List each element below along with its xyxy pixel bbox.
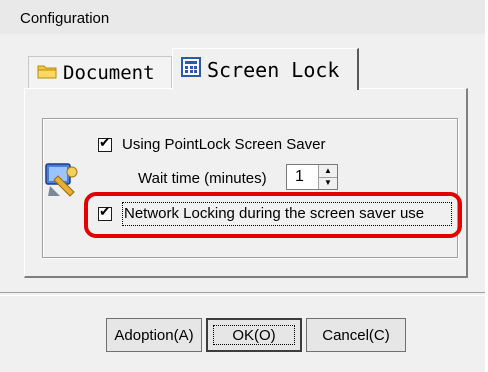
cancel-button-label: Cancel(C) xyxy=(322,326,390,344)
ok-button-label: OK(O) xyxy=(232,326,276,344)
folder-icon xyxy=(37,62,57,84)
tab-screen-lock[interactable]: Screen Lock xyxy=(172,48,359,90)
ok-button[interactable]: OK(O) xyxy=(206,318,302,352)
check-mark-icon: ✔ xyxy=(99,135,111,151)
wait-time-value[interactable]: 1 xyxy=(295,168,304,186)
wait-time-label: Wait time (minutes) xyxy=(138,170,267,187)
highlight-annotation xyxy=(84,192,462,238)
spin-down-arrow-icon[interactable]: ▼ xyxy=(319,177,337,189)
configuration-dialog: Configuration Document Screen Lock ✔ Usi… xyxy=(0,0,488,372)
separator xyxy=(0,292,485,296)
calculator-icon xyxy=(181,57,201,82)
wait-time-spinner[interactable]: 1 ▲ ▼ xyxy=(286,164,338,190)
spinner-buttons: ▲ ▼ xyxy=(318,165,337,189)
pointlock-screensaver-icon xyxy=(44,158,80,203)
using-screensaver-checkbox[interactable]: ✔ xyxy=(98,135,112,152)
cancel-button[interactable]: Cancel(C) xyxy=(306,318,406,352)
using-screensaver-label: Using PointLock Screen Saver xyxy=(122,136,326,153)
tab-screen-lock-label: Screen Lock xyxy=(207,57,340,82)
tab-document[interactable]: Document xyxy=(28,56,172,88)
tab-document-label: Document xyxy=(63,61,155,84)
adoption-button[interactable]: Adoption(A) xyxy=(106,318,202,352)
title-bar[interactable]: Configuration xyxy=(0,0,485,34)
adoption-button-label: Adoption(A) xyxy=(114,326,194,344)
window-title: Configuration xyxy=(20,10,110,27)
